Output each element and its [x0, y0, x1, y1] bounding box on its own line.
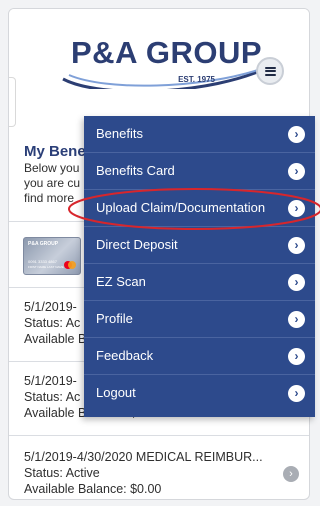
hamburger-menu-icon	[264, 66, 276, 76]
menu-item-profile[interactable]: Profile ›	[84, 301, 315, 338]
menu-item-label: Benefits Card	[96, 163, 175, 178]
benefits-card-image[interactable]: P&A GROUP 0091 3333 4867 FIRST NAME LAST…	[23, 237, 81, 275]
chevron-right-icon: ›	[288, 237, 305, 254]
header: P&A GROUP EST. 1975	[9, 9, 309, 127]
chevron-right-icon: ›	[288, 385, 305, 402]
menu-item-feedback[interactable]: Feedback ›	[84, 338, 315, 375]
page-title: My Bene	[24, 143, 86, 160]
hamburger-menu-button[interactable]	[256, 57, 284, 85]
chevron-right-icon: ›	[288, 348, 305, 365]
account-item[interactable]: 5/1/2019- Status: Ac Available B	[24, 299, 86, 347]
logo-text: P&A GROUP	[71, 35, 263, 70]
account-balance: Available B	[24, 332, 87, 346]
menu-item-direct-deposit[interactable]: Direct Deposit ›	[84, 227, 315, 264]
menu-item-upload-claim[interactable]: Upload Claim/Documentation ›	[84, 190, 315, 227]
menu-item-label: Feedback	[96, 348, 154, 363]
side-panel-tab[interactable]	[9, 77, 16, 127]
menu-item-ez-scan[interactable]: EZ Scan ›	[84, 264, 315, 301]
chevron-right-icon: ›	[288, 200, 305, 217]
menu-item-label: EZ Scan	[96, 274, 146, 289]
menu-item-label: Upload Claim/Documentation	[96, 200, 266, 215]
menu-item-label: Direct Deposit	[96, 237, 178, 252]
menu-item-benefits[interactable]: Benefits ›	[84, 116, 315, 153]
card-brand: P&A GROUP	[28, 241, 59, 247]
chevron-right-icon[interactable]: ›	[283, 466, 299, 482]
account-item[interactable]: 5/1/2019-4/30/2020 MEDICAL REIMBUR... St…	[24, 449, 263, 497]
menu-item-logout[interactable]: Logout ›	[84, 375, 315, 412]
navigation-menu: Benefits › Benefits Card › Upload Claim/…	[84, 116, 315, 417]
card-number: 0091 3333 4867	[28, 259, 57, 264]
chevron-right-icon: ›	[288, 311, 305, 328]
welcome-text: Below you you are cu find more	[24, 161, 81, 205]
mastercard-icon	[64, 261, 76, 269]
account-balance: Available Balance: $0.00	[24, 482, 162, 496]
pa-group-logo: P&A GROUP EST. 1975	[61, 35, 273, 95]
divider	[9, 435, 309, 436]
account-status: Status: Ac	[24, 316, 81, 330]
menu-item-benefits-card[interactable]: Benefits Card ›	[84, 153, 315, 190]
menu-item-label: Logout	[96, 385, 136, 400]
menu-item-label: Benefits	[96, 126, 143, 141]
card-holder-name: FIRST NAME LAST NAME	[28, 265, 64, 269]
chevron-right-icon: ›	[288, 126, 305, 143]
chevron-right-icon: ›	[288, 163, 305, 180]
account-period: 5/1/2019-	[24, 300, 77, 314]
chevron-right-icon: ›	[288, 274, 305, 291]
logo-established: EST. 1975	[178, 75, 215, 84]
account-status: Status: Active	[24, 466, 100, 480]
menu-item-label: Profile	[96, 311, 133, 326]
account-period: 5/1/2019-4/30/2020 MEDICAL REIMBUR...	[24, 450, 263, 464]
